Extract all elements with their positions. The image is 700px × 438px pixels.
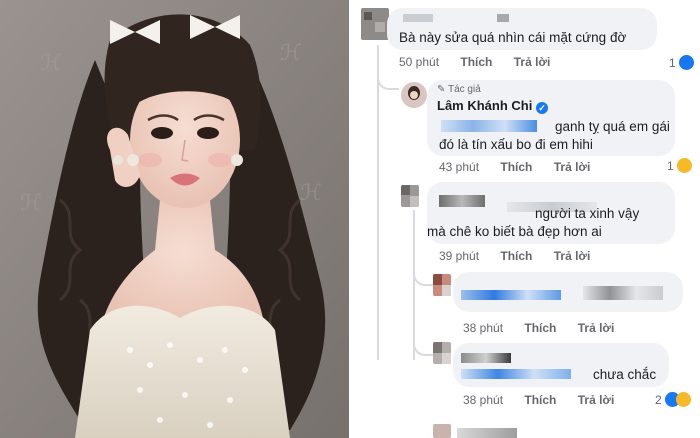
svg-text:ℋ: ℋ xyxy=(20,191,42,216)
thread-curve xyxy=(377,60,399,90)
comment-text: ganh tỵ quá em gái xyxy=(555,119,670,134)
comment-text: mà chê ko biết bà đẹp hơn ai xyxy=(427,224,602,239)
comment-meta: 43 phút Thích Trả lời xyxy=(439,160,608,174)
comments-panel: Bà này sửa quá nhìn cái mặt cứng đờ 50 p… xyxy=(349,0,700,438)
comment-meta: 50 phút Thích Trả lời xyxy=(399,55,568,69)
commenter-avatar[interactable] xyxy=(433,424,451,438)
comment-time[interactable]: 39 phút xyxy=(439,249,479,263)
author-name[interactable]: Lâm Khánh Chi ✓ xyxy=(437,98,548,114)
portrait-illustration: ℋ ℋ ℋ ℋ xyxy=(0,0,349,438)
commenter-avatar[interactable] xyxy=(433,342,451,364)
like-button[interactable]: Thích xyxy=(524,393,556,407)
thread-curve-2 xyxy=(413,262,433,286)
comment-bubble-1: Bà này sửa quá nhìn cái mặt cứng đờ xyxy=(387,8,657,50)
verified-icon: ✓ xyxy=(535,102,548,114)
reply-button[interactable]: Trả lời xyxy=(578,321,615,335)
commenter-avatar[interactable] xyxy=(433,274,451,296)
reply-button[interactable]: Trả lời xyxy=(578,393,615,407)
redacted-mention xyxy=(461,290,561,300)
redacted-mention xyxy=(461,369,571,379)
commenter-avatar[interactable] xyxy=(401,185,419,207)
comment-meta: 38 phút Thích Trả lời xyxy=(463,393,632,407)
reply-button[interactable]: Trả lời xyxy=(514,55,551,69)
reaction-count: 1 xyxy=(669,56,676,70)
redacted-name xyxy=(403,14,433,22)
comment-bubble-3: người ta xinh vậy mà chê ko biết bà đẹp … xyxy=(427,182,675,244)
like-icon xyxy=(678,55,694,70)
comment-time[interactable]: 38 phút xyxy=(463,321,503,335)
comment-meta: 39 phút Thích Trả lời xyxy=(439,249,608,263)
author-avatar[interactable] xyxy=(401,82,427,108)
comment-meta: 38 phút Thích Trả lời xyxy=(463,321,632,335)
redacted-mention xyxy=(439,195,485,207)
reaction-summary[interactable]: 1 xyxy=(669,55,694,70)
comment-bubble-5: chưa chắc xyxy=(453,343,669,387)
author-badge: ✎ Tác giả xyxy=(437,84,481,95)
like-button[interactable]: Thích xyxy=(460,55,492,69)
comment-bubble-4 xyxy=(453,272,683,312)
redacted-mention xyxy=(441,120,537,132)
haha-icon xyxy=(676,158,692,173)
comment-text: chưa chắc xyxy=(593,367,657,382)
redacted-name xyxy=(497,14,509,22)
portrait-photo: ℋ ℋ ℋ ℋ xyxy=(0,0,349,438)
comment-text: đó là tín xấu bo đi em hihi xyxy=(439,137,593,152)
reaction-summary[interactable]: 1 xyxy=(667,158,692,173)
svg-text:ℋ: ℋ xyxy=(40,51,62,76)
redacted-mention xyxy=(461,353,511,363)
reply-button[interactable]: Trả lời xyxy=(554,160,591,174)
thread-line xyxy=(377,45,379,360)
like-button[interactable]: Thích xyxy=(500,160,532,174)
thread-curve-3 xyxy=(413,330,433,356)
reaction-summary[interactable]: 2 xyxy=(655,392,691,407)
svg-text:ℋ: ℋ xyxy=(300,181,322,206)
comment-time[interactable]: 50 phút xyxy=(399,55,439,69)
comment-time[interactable]: 38 phút xyxy=(463,393,503,407)
reaction-count: 1 xyxy=(667,159,674,173)
comment-time[interactable]: 43 phút xyxy=(439,160,479,174)
comment-text: người ta xinh vậy xyxy=(535,206,640,221)
redacted-name xyxy=(457,428,517,438)
like-button[interactable]: Thích xyxy=(524,321,556,335)
redacted-mention xyxy=(583,286,663,300)
comment-bubble-2: ✎ Tác giả Lâm Khánh Chi ✓ ganh tỵ quá em… xyxy=(427,80,675,156)
reaction-count: 2 xyxy=(655,393,662,407)
reply-button[interactable]: Trả lời xyxy=(554,249,591,263)
svg-text:ℋ: ℋ xyxy=(280,41,302,66)
haha-icon xyxy=(675,392,691,407)
like-button[interactable]: Thích xyxy=(500,249,532,263)
comment-text: Bà này sửa quá nhìn cái mặt cứng đờ xyxy=(399,30,627,45)
commenter-avatar[interactable] xyxy=(361,8,389,40)
